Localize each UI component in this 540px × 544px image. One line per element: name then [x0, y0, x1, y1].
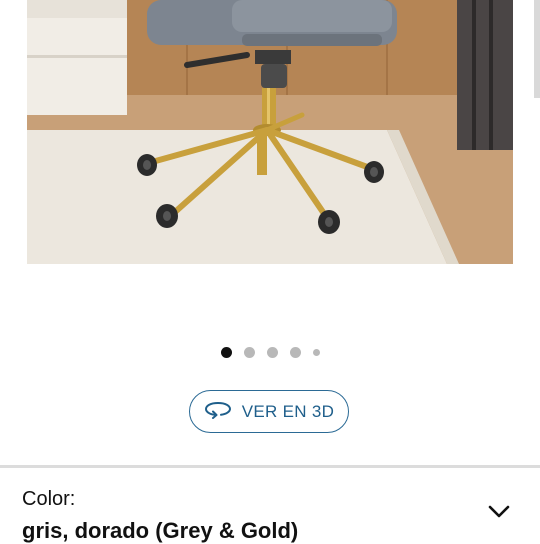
view-in-3d-button[interactable]: VER EN 3D — [189, 390, 349, 433]
product-image[interactable] — [27, 0, 513, 264]
carousel-dot-4[interactable] — [289, 346, 301, 358]
color-variant-selector[interactable]: Color: gris, dorado (Grey & Gold) — [0, 468, 540, 543]
rotate-3d-icon — [204, 399, 232, 424]
product-gallery[interactable] — [0, 0, 540, 330]
selected-color-value: gris, dorado (Grey & Gold) — [22, 518, 299, 543]
chevron-down-icon[interactable] — [487, 503, 511, 519]
color-label: Color: — [22, 488, 76, 510]
carousel-dot-5[interactable] — [312, 348, 320, 356]
view-in-3d-label: VER EN 3D — [241, 401, 335, 421]
image-carousel-dots[interactable] — [0, 345, 540, 359]
carousel-dot-3[interactable] — [266, 346, 278, 358]
page-scrollbar[interactable] — [534, 0, 540, 98]
chair-photo — [27, 0, 513, 264]
carousel-dot-1[interactable] — [220, 346, 232, 358]
carousel-dot-2[interactable] — [243, 346, 255, 358]
